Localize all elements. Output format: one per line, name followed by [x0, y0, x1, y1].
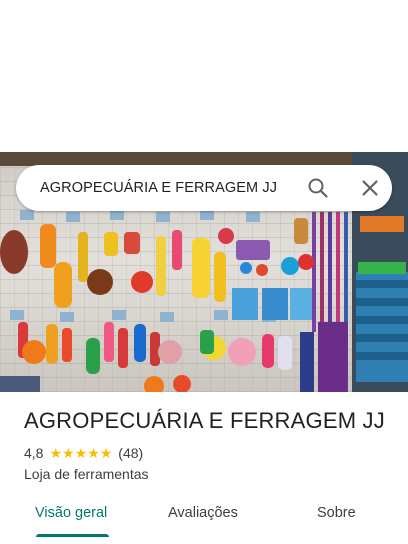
star-icon: ★ [74, 445, 88, 461]
star-icon: ★ [49, 445, 63, 461]
search-bar[interactable]: AGROPECUÁRIA E FERRAGEM JJ [16, 165, 392, 211]
top-blank-area [0, 0, 408, 152]
search-query-text[interactable]: AGROPECUÁRIA E FERRAGEM JJ [40, 165, 277, 211]
active-tab-indicator [36, 534, 109, 537]
review-count[interactable]: (48) [118, 445, 143, 461]
tab-reviews[interactable]: Avaliações [168, 505, 238, 521]
place-tabs: Visão geral Avaliações Sobre [0, 500, 408, 544]
rating-row[interactable]: 4,8 ★ ★ ★ ★ ★ (48) [24, 444, 143, 462]
place-category[interactable]: Loja de ferramentas [24, 466, 149, 482]
tab-about[interactable]: Sobre [317, 505, 356, 521]
rating-value: 4,8 [24, 445, 44, 461]
star-rating: ★ ★ ★ ★ ★ [49, 446, 112, 460]
star-icon: ★ [99, 445, 113, 461]
close-icon[interactable] [358, 176, 382, 200]
place-title: AGROPECUÁRIA E FERRAGEM JJ [24, 408, 385, 433]
tab-overview[interactable]: Visão geral [35, 505, 107, 521]
star-icon: ★ [87, 445, 100, 461]
star-icon: ★ [62, 445, 75, 461]
search-icon[interactable] [306, 176, 330, 200]
